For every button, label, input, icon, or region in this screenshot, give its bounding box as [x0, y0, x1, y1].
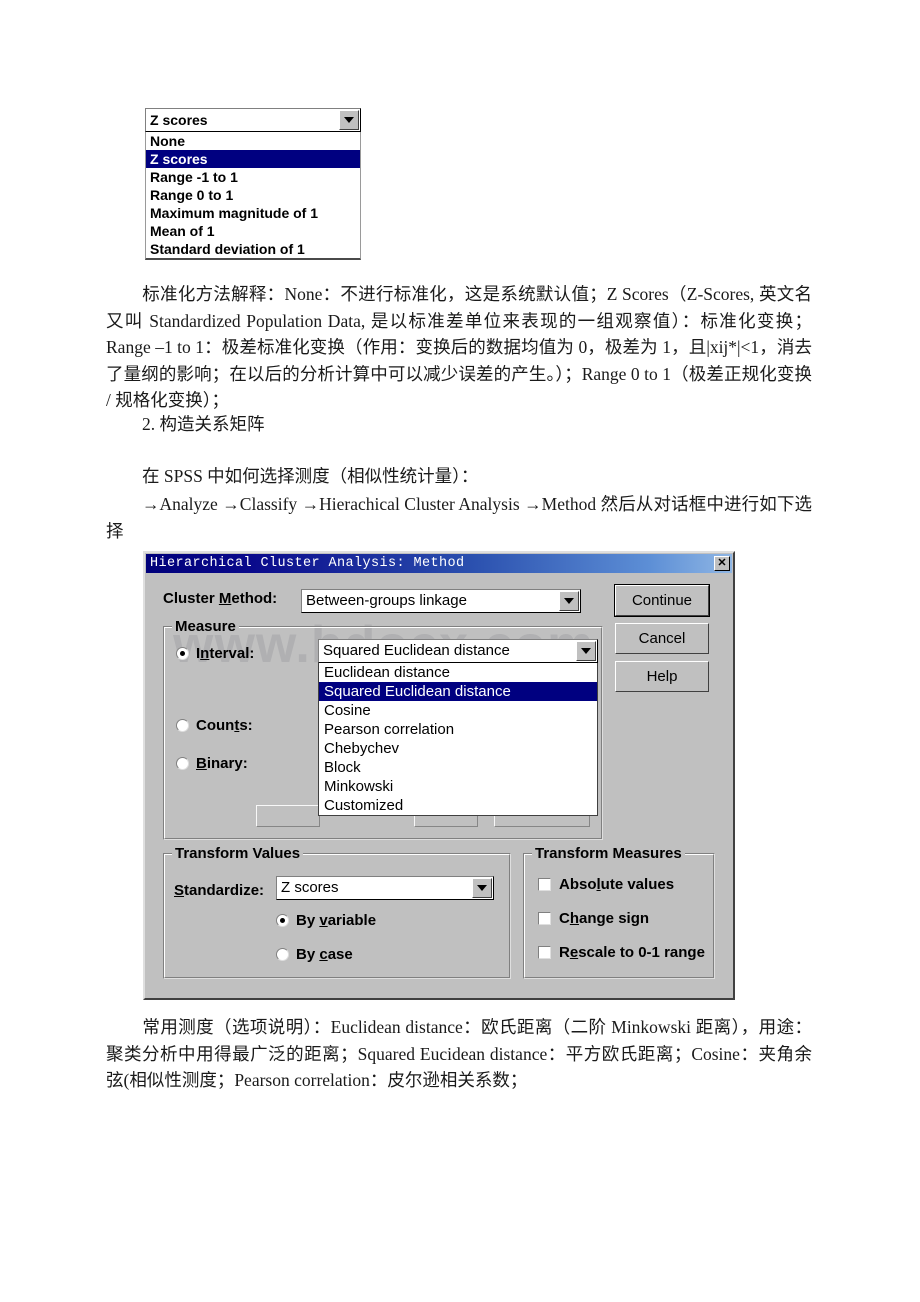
checkbox-rescale-range[interactable]: Rescale to 0-1 range [538, 944, 705, 961]
transform-values-group: Transform Values Standardize: Z scores B… [163, 845, 511, 979]
close-icon[interactable]: ✕ [714, 556, 730, 571]
radio-interval-label: Interval: [196, 645, 255, 662]
paragraph-1-text: 标准化方法解释：None：不进行标准化，这是系统默认值；Z Scores（Z-S… [106, 284, 812, 410]
interval-measure-option-list[interactable]: Euclidean distance Squared Euclidean dist… [318, 663, 598, 816]
cluster-method-combo-box[interactable]: Between-groups linkage [301, 589, 581, 613]
chevron-down-icon[interactable] [559, 591, 579, 611]
standardize-dropdown-dialog[interactable]: Z scores [276, 876, 494, 900]
standardize-option[interactable]: Z scores [146, 150, 360, 168]
transform-measures-group-title: Transform Measures [532, 845, 685, 862]
standardize-option-list[interactable]: None Z scores Range -1 to 1 Range 0 to 1 Max… [145, 132, 361, 260]
hierarchical-cluster-method-dialog: Hierarchical Cluster Analysis: Method ✕ … [143, 551, 735, 1000]
chevron-down-icon[interactable] [339, 110, 359, 130]
checkbox-rescale-range-label: Rescale to 0-1 range [559, 944, 705, 961]
checkbox-absolute-values[interactable]: Absolute values [538, 876, 674, 893]
radio-by-variable-indicator[interactable] [276, 914, 289, 927]
paragraph-spss-question: 在 SPSS 中如何选择测度（相似性统计量）： [106, 463, 812, 490]
interval-measure-combo-box[interactable]: Squared Euclidean distance [318, 639, 598, 663]
dialog-title: Hierarchical Cluster Analysis: Method [150, 556, 465, 571]
paragraph-4-text: →Analyze →Classify →Hierachical Cluster … [106, 494, 812, 541]
paragraph-standardize-explanation: 标准化方法解释：None：不进行标准化，这是系统默认值；Z Scores（Z-S… [106, 281, 812, 414]
standardize-option[interactable]: Range 0 to 1 [146, 186, 360, 204]
help-button[interactable]: Help [615, 661, 709, 692]
radio-by-variable[interactable]: By variable [276, 912, 376, 929]
standardize-dialog-value: Z scores [281, 879, 339, 896]
standardize-label: Standardize: [174, 882, 265, 899]
standardize-selected-value: Z scores [150, 112, 208, 128]
interval-measure-value: Squared Euclidean distance [323, 642, 510, 659]
interval-measure-option[interactable]: Minkowski [319, 777, 597, 796]
measure-group-title: Measure [172, 618, 239, 635]
checkbox-change-sign[interactable]: Change sign [538, 910, 649, 927]
paragraph-measure-explanation: 常用测度（选项说明）：Euclidean distance：欧氏距离（二阶 Mi… [106, 1014, 812, 1094]
chevron-down-icon[interactable] [576, 641, 596, 661]
interval-measure-dropdown-open[interactable]: Squared Euclidean distance Euclidean dis… [318, 639, 598, 816]
radio-by-case[interactable]: By case [276, 946, 353, 963]
radio-binary-label: Binary: [196, 755, 248, 772]
transform-values-group-title: Transform Values [172, 845, 304, 862]
standardize-combo-box[interactable]: Z scores [145, 108, 361, 132]
paragraph-3-text: 在 SPSS 中如何选择测度（相似性统计量）： [142, 466, 479, 486]
radio-counts-label: Counts: [196, 717, 253, 734]
checkbox-absolute-values-label: Absolute values [559, 876, 675, 893]
radio-binary-indicator[interactable] [176, 757, 189, 770]
standardize-option[interactable]: None [146, 132, 360, 150]
radio-counts[interactable]: Counts: [176, 717, 253, 734]
paragraph-5-text: 常用测度（选项说明）：Euclidean distance：欧氏距离（二阶 Mi… [106, 1017, 812, 1090]
standardize-option[interactable]: Standard deviation of 1 [146, 240, 360, 258]
radio-by-case-indicator[interactable] [276, 948, 289, 961]
standardize-option[interactable]: Maximum magnitude of 1 [146, 204, 360, 222]
radio-by-variable-label: By variable [296, 912, 377, 929]
radio-binary[interactable]: Binary: [176, 755, 248, 772]
checkbox-change-sign-indicator[interactable] [538, 912, 551, 925]
measure-group: Measure Interval: Counts: Binary: Square… [163, 618, 603, 840]
interval-measure-option[interactable]: Cosine [319, 701, 597, 720]
continue-button[interactable]: Continue [615, 585, 709, 616]
checkbox-rescale-range-indicator[interactable] [538, 946, 551, 959]
standardize-dialog-combo-box[interactable]: Z scores [276, 876, 494, 900]
interval-measure-option[interactable]: Chebychev [319, 739, 597, 758]
dialog-titlebar[interactable]: Hierarchical Cluster Analysis: Method ✕ [146, 554, 732, 573]
interval-measure-option[interactable]: Euclidean distance [319, 663, 597, 682]
radio-interval-indicator[interactable] [176, 647, 189, 660]
obscured-control-a [256, 805, 320, 827]
radio-counts-indicator[interactable] [176, 719, 189, 732]
paragraph-menu-path: →Analyze →Classify →Hierachical Cluster … [106, 491, 812, 544]
cluster-method-dropdown[interactable]: Between-groups linkage [301, 589, 581, 613]
cluster-method-value: Between-groups linkage [306, 592, 467, 609]
standardize-option[interactable]: Mean of 1 [146, 222, 360, 240]
transform-measures-group: Transform Measures Absolute values Chang… [523, 845, 715, 979]
standardize-option[interactable]: Range -1 to 1 [146, 168, 360, 186]
paragraph-section-heading: 2. 构造关系矩阵 [106, 411, 812, 438]
cluster-method-label: Cluster Method: [163, 590, 278, 607]
interval-measure-option[interactable]: Squared Euclidean distance [319, 682, 597, 701]
chevron-down-icon[interactable] [472, 878, 492, 898]
interval-measure-option[interactable]: Customized [319, 796, 597, 815]
radio-by-case-label: By case [296, 946, 353, 963]
interval-measure-option[interactable]: Pearson correlation [319, 720, 597, 739]
radio-interval[interactable]: Interval: [176, 645, 254, 662]
checkbox-change-sign-label: Change sign [559, 910, 650, 927]
paragraph-2-text: 2. 构造关系矩阵 [142, 414, 265, 434]
cancel-button[interactable]: Cancel [615, 623, 709, 654]
interval-measure-option[interactable]: Block [319, 758, 597, 777]
standardize-dropdown-open[interactable]: Z scores None Z scores Range -1 to 1 Range … [145, 108, 361, 260]
checkbox-absolute-values-indicator[interactable] [538, 878, 551, 891]
